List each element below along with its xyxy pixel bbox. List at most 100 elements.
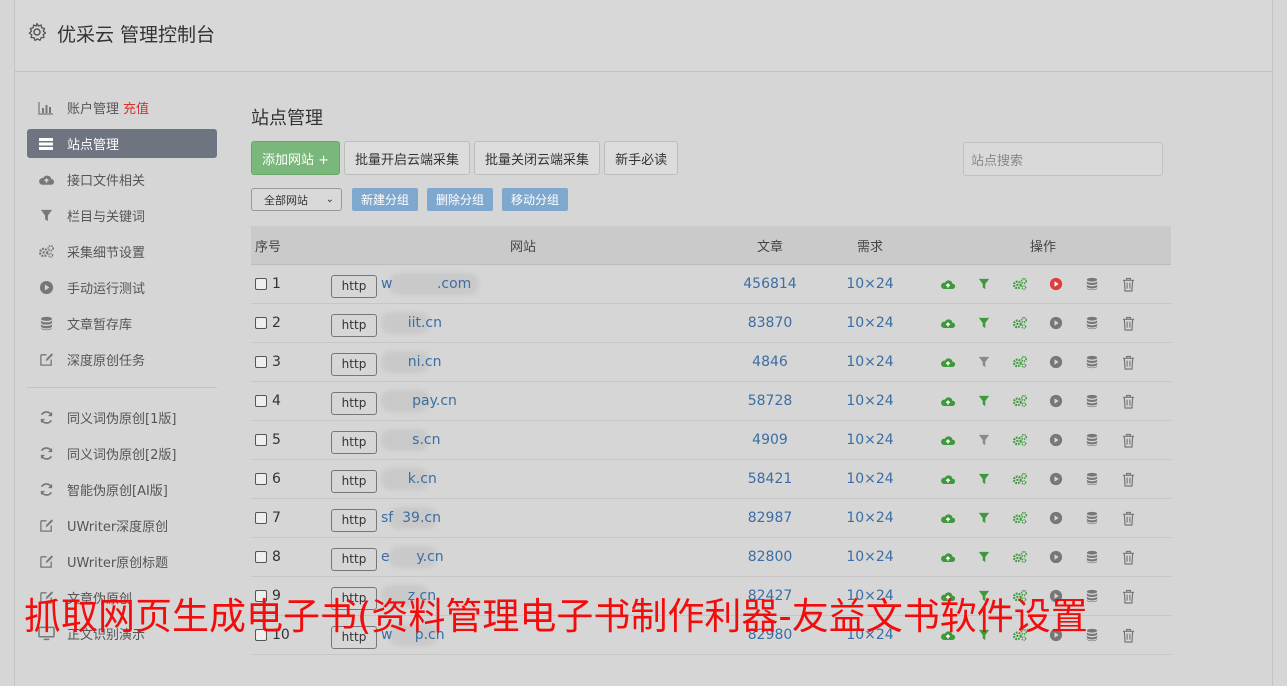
- cloud-upload-icon[interactable]: [939, 275, 957, 293]
- filter-icon[interactable]: [975, 353, 993, 371]
- sidebar-item-items2-1[interactable]: 同义词伪原创[2版]: [27, 439, 217, 468]
- filter-icon[interactable]: [975, 548, 993, 566]
- play-circle-icon[interactable]: [1047, 470, 1065, 488]
- article-count[interactable]: 58728: [715, 393, 825, 409]
- row-checkbox[interactable]: [255, 317, 267, 329]
- trash-icon[interactable]: [1119, 353, 1137, 371]
- cogs-icon[interactable]: [1011, 431, 1029, 449]
- database-icon[interactable]: [1083, 470, 1101, 488]
- article-count[interactable]: 456814: [715, 276, 825, 292]
- trash-icon[interactable]: [1119, 314, 1137, 332]
- play-circle-icon[interactable]: [1047, 509, 1065, 527]
- row-checkbox[interactable]: [255, 434, 267, 446]
- demand-value[interactable]: 10×24: [825, 549, 915, 565]
- article-count[interactable]: 58421: [715, 471, 825, 487]
- play-circle-icon[interactable]: [1047, 314, 1065, 332]
- row-checkbox[interactable]: [255, 278, 267, 290]
- database-icon[interactable]: [1083, 509, 1101, 527]
- trash-icon[interactable]: [1119, 470, 1137, 488]
- trash-icon[interactable]: [1119, 548, 1137, 566]
- trash-icon[interactable]: [1119, 431, 1137, 449]
- sidebar-item-items-4[interactable]: 采集细节设置: [27, 237, 217, 266]
- trash-icon[interactable]: [1119, 587, 1137, 605]
- site-domain-link[interactable]: w .com: [381, 273, 479, 295]
- filter-icon[interactable]: [975, 392, 993, 410]
- filter-icon[interactable]: [975, 314, 993, 332]
- article-count[interactable]: 82800: [715, 549, 825, 565]
- play-circle-icon[interactable]: [1047, 275, 1065, 293]
- filter-icon[interactable]: [975, 275, 993, 293]
- demand-value[interactable]: 10×24: [825, 315, 915, 331]
- sidebar-item-items-3[interactable]: 栏目与关键词: [27, 201, 217, 230]
- database-icon[interactable]: [1083, 548, 1101, 566]
- batch-disable-cloud-button[interactable]: 批量关闭云端采集: [474, 141, 601, 175]
- site-domain-link[interactable]: k.cn: [381, 468, 437, 490]
- row-checkbox[interactable]: [255, 356, 267, 368]
- database-icon[interactable]: [1083, 275, 1101, 293]
- trash-icon[interactable]: [1119, 626, 1137, 644]
- cloud-upload-icon[interactable]: [939, 509, 957, 527]
- article-count[interactable]: 4846: [715, 354, 825, 370]
- sidebar-item-items2-2[interactable]: 智能伪原创[AI版]: [27, 475, 217, 504]
- trash-icon[interactable]: [1119, 392, 1137, 410]
- cogs-icon[interactable]: [1011, 548, 1029, 566]
- cloud-upload-icon[interactable]: [939, 470, 957, 488]
- cogs-icon[interactable]: [1011, 392, 1029, 410]
- move-group-button[interactable]: 移动分组: [502, 188, 569, 211]
- cloud-upload-icon[interactable]: [939, 548, 957, 566]
- sidebar-item-items-6[interactable]: 文章暂存库: [27, 309, 217, 338]
- site-domain-link[interactable]: e y.cn: [381, 546, 444, 568]
- sidebar-item-items-1[interactable]: 站点管理: [27, 129, 217, 158]
- trash-icon[interactable]: [1119, 509, 1137, 527]
- site-search-input[interactable]: 站点搜索: [963, 142, 1163, 176]
- site-domain-link[interactable]: ni.cn: [381, 351, 441, 373]
- sidebar-item-items-7[interactable]: 深度原创任务: [27, 345, 217, 374]
- demand-value[interactable]: 10×24: [825, 393, 915, 409]
- cloud-upload-icon[interactable]: [939, 431, 957, 449]
- filter-icon[interactable]: [975, 431, 993, 449]
- demand-value[interactable]: 10×24: [825, 510, 915, 526]
- cogs-icon[interactable]: [1011, 470, 1029, 488]
- cogs-icon[interactable]: [1011, 314, 1029, 332]
- recharge-link[interactable]: 充值: [123, 98, 149, 117]
- row-checkbox[interactable]: [255, 395, 267, 407]
- site-domain-link[interactable]: s.cn: [381, 429, 440, 451]
- sidebar-item-items2-0[interactable]: 同义词伪原创[1版]: [27, 403, 217, 432]
- filter-icon[interactable]: [975, 470, 993, 488]
- article-count[interactable]: 82987: [715, 510, 825, 526]
- trash-icon[interactable]: [1119, 275, 1137, 293]
- cloud-upload-icon[interactable]: [939, 392, 957, 410]
- site-domain-link[interactable]: iit.cn: [381, 312, 442, 334]
- article-count[interactable]: 83870: [715, 315, 825, 331]
- group-select[interactable]: 全部网站 ⌄: [251, 188, 342, 211]
- site-domain-link[interactable]: sf 39.cn: [381, 507, 441, 529]
- database-icon[interactable]: [1083, 392, 1101, 410]
- database-icon[interactable]: [1083, 314, 1101, 332]
- sidebar-item-items-5[interactable]: 手动运行测试: [27, 273, 217, 302]
- sidebar-item-items-0[interactable]: 账户管理 充值: [27, 93, 217, 122]
- cogs-icon[interactable]: [1011, 353, 1029, 371]
- delete-group-button[interactable]: 删除分组: [427, 188, 494, 211]
- demand-value[interactable]: 10×24: [825, 471, 915, 487]
- newbie-guide-button[interactable]: 新手必读: [604, 141, 679, 175]
- demand-value[interactable]: 10×24: [825, 276, 915, 292]
- demand-value[interactable]: 10×24: [825, 354, 915, 370]
- database-icon[interactable]: [1083, 353, 1101, 371]
- sidebar-item-items2-4[interactable]: UWriter原创标题: [27, 547, 217, 576]
- site-domain-link[interactable]: pay.cn: [381, 390, 457, 412]
- add-site-button[interactable]: 添加网站 +: [251, 141, 341, 175]
- new-group-button[interactable]: 新建分组: [352, 188, 419, 211]
- cogs-icon[interactable]: [1011, 509, 1029, 527]
- play-circle-icon[interactable]: [1047, 431, 1065, 449]
- sidebar-item-items-2[interactable]: 接口文件相关: [27, 165, 217, 194]
- demand-value[interactable]: 10×24: [825, 432, 915, 448]
- batch-enable-cloud-button[interactable]: 批量开启云端采集: [344, 141, 471, 175]
- cloud-upload-icon[interactable]: [939, 314, 957, 332]
- play-circle-icon[interactable]: [1047, 548, 1065, 566]
- article-count[interactable]: 4909: [715, 432, 825, 448]
- play-circle-icon[interactable]: [1047, 392, 1065, 410]
- row-checkbox[interactable]: [255, 551, 267, 563]
- row-checkbox[interactable]: [255, 512, 267, 524]
- sidebar-item-items2-3[interactable]: UWriter深度原创: [27, 511, 217, 540]
- cogs-icon[interactable]: [1011, 275, 1029, 293]
